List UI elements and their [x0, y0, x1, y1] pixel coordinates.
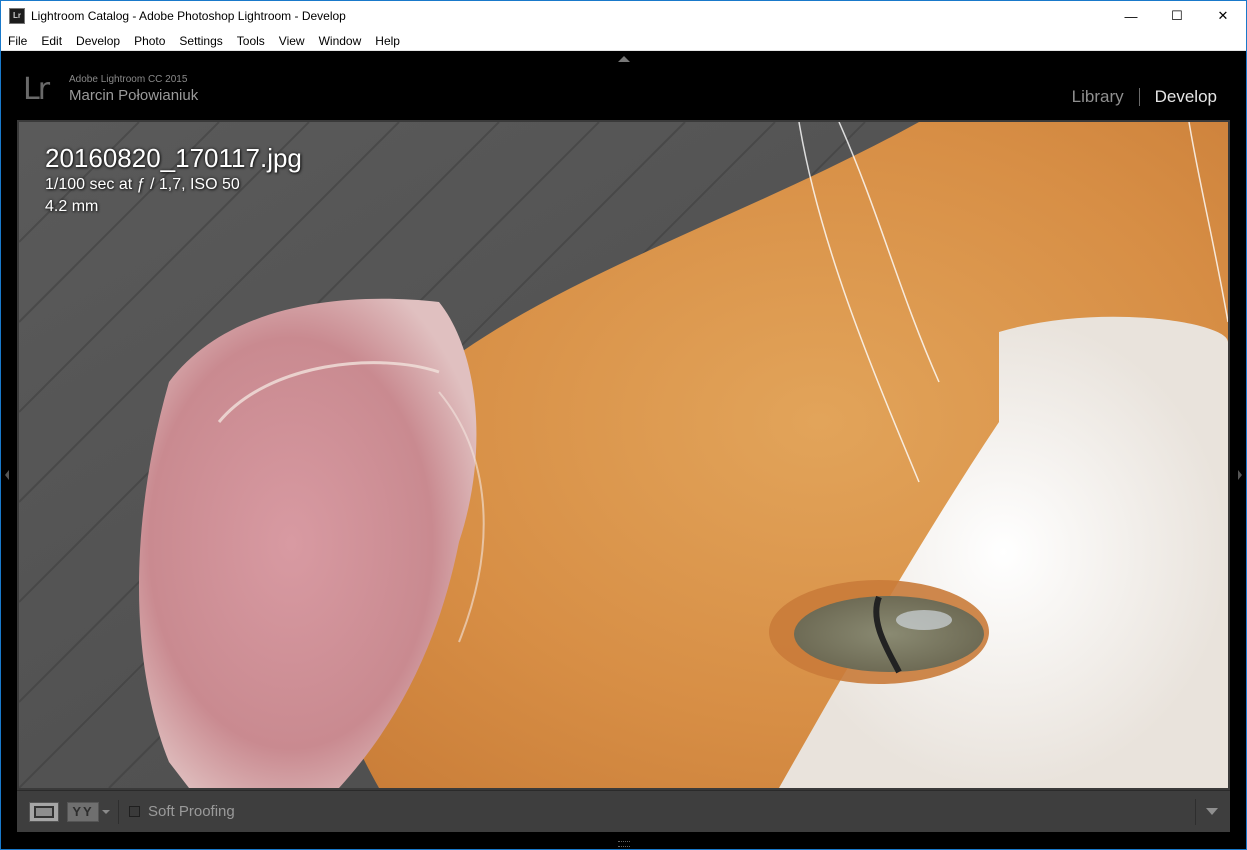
- menu-settings[interactable]: Settings: [172, 31, 229, 51]
- user-name: Marcin Połowianiuk: [69, 87, 199, 104]
- right-panel-toggle-icon[interactable]: [1238, 470, 1242, 480]
- menu-window[interactable]: Window: [312, 31, 369, 51]
- loupe-view-icon: [34, 805, 54, 818]
- loupe-view-button[interactable]: [29, 801, 59, 822]
- photo-exposure: 1/100 sec at ƒ / 1,7, ISO 50: [45, 176, 240, 193]
- menu-develop[interactable]: Develop: [69, 31, 127, 51]
- window-title: Lightroom Catalog - Adobe Photoshop Ligh…: [31, 9, 346, 23]
- lightroom-logo: Lr: [23, 72, 50, 107]
- identity-text: Adobe Lightroom CC 2015 Marcin Połowiani…: [69, 74, 198, 106]
- title-bar: Lr Lightroom Catalog - Adobe Photoshop L…: [1, 1, 1246, 31]
- soft-proofing-label: Soft Proofing: [148, 803, 235, 820]
- menu-bar: File Edit Develop Photo Settings Tools V…: [1, 31, 1246, 51]
- left-panel-toggle-icon[interactable]: [5, 470, 9, 480]
- photo-info-overlay: 20160820_170117.jpg 1/100 sec at ƒ / 1,7…: [45, 142, 302, 218]
- menu-tools[interactable]: Tools: [230, 31, 272, 51]
- lightroom-workspace: Lr Adobe Lightroom CC 2015 Marcin Połowi…: [1, 52, 1246, 849]
- lightroom-app-icon: Lr: [9, 8, 25, 24]
- photo-filename: 20160820_170117.jpg: [45, 143, 302, 173]
- window-controls: — ☐ ✕: [1108, 1, 1246, 31]
- menu-help[interactable]: Help: [368, 31, 407, 51]
- product-name: Adobe Lightroom CC 2015: [69, 74, 188, 85]
- toolbar-content-dropdown-icon[interactable]: [1206, 808, 1218, 815]
- identity-plate: Lr Adobe Lightroom CC 2015 Marcin Połowi…: [23, 74, 198, 106]
- close-button[interactable]: ✕: [1200, 1, 1246, 31]
- develop-toolbar: YY Soft Proofing: [17, 790, 1230, 832]
- menu-file[interactable]: File: [1, 31, 34, 51]
- module-picker: Library Develop: [1072, 87, 1217, 107]
- photo-focal-length: 4.2 mm: [45, 198, 99, 215]
- minimize-button[interactable]: —: [1108, 1, 1154, 31]
- menu-view[interactable]: View: [272, 31, 312, 51]
- menu-photo[interactable]: Photo: [127, 31, 172, 51]
- module-develop[interactable]: Develop: [1155, 87, 1217, 107]
- photo-canvas[interactable]: 20160820_170117.jpg 1/100 sec at ƒ / 1,7…: [17, 120, 1230, 790]
- module-separator: [1138, 88, 1140, 106]
- menu-edit[interactable]: Edit: [34, 31, 69, 51]
- module-library[interactable]: Library: [1072, 87, 1124, 107]
- toolbar-separator: [118, 799, 119, 824]
- before-after-button[interactable]: YY: [67, 801, 99, 822]
- app-window: Lr Lightroom Catalog - Adobe Photoshop L…: [0, 0, 1247, 850]
- toolbar-separator-right: [1195, 799, 1196, 825]
- photo-image: [19, 122, 1228, 788]
- soft-proofing-checkbox[interactable]: [129, 806, 140, 817]
- maximize-button[interactable]: ☐: [1154, 1, 1200, 31]
- before-after-dropdown-icon[interactable]: [102, 809, 110, 814]
- top-panel-toggle-icon[interactable]: [618, 56, 630, 62]
- filmstrip-toggle-icon[interactable]: [618, 841, 630, 847]
